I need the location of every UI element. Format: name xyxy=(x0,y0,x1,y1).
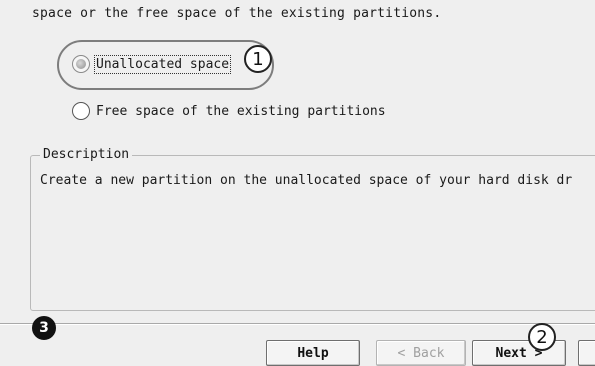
callout-2: 2 xyxy=(528,323,556,351)
option-label: Free space of the existing partitions xyxy=(96,103,386,119)
instruction-text: space or the free space of the existing … xyxy=(32,6,442,21)
radio-unselected-icon[interactable] xyxy=(72,102,90,120)
callout-1: 1 xyxy=(244,45,272,73)
option-unallocated-space[interactable]: Unallocated space xyxy=(72,54,232,74)
option-label: Unallocated space xyxy=(93,54,232,74)
description-text: Create a new partition on the unallocate… xyxy=(40,173,573,188)
description-legend: Description xyxy=(40,147,133,162)
option-free-space[interactable]: Free space of the existing partitions xyxy=(72,102,386,120)
back-button[interactable]: < Back xyxy=(376,340,466,366)
cancel-button-partial[interactable] xyxy=(578,340,595,366)
help-button[interactable]: Help xyxy=(266,340,360,366)
footer-divider xyxy=(0,323,595,325)
callout-3: 3 xyxy=(32,316,56,340)
radio-selected-icon[interactable] xyxy=(72,55,90,73)
